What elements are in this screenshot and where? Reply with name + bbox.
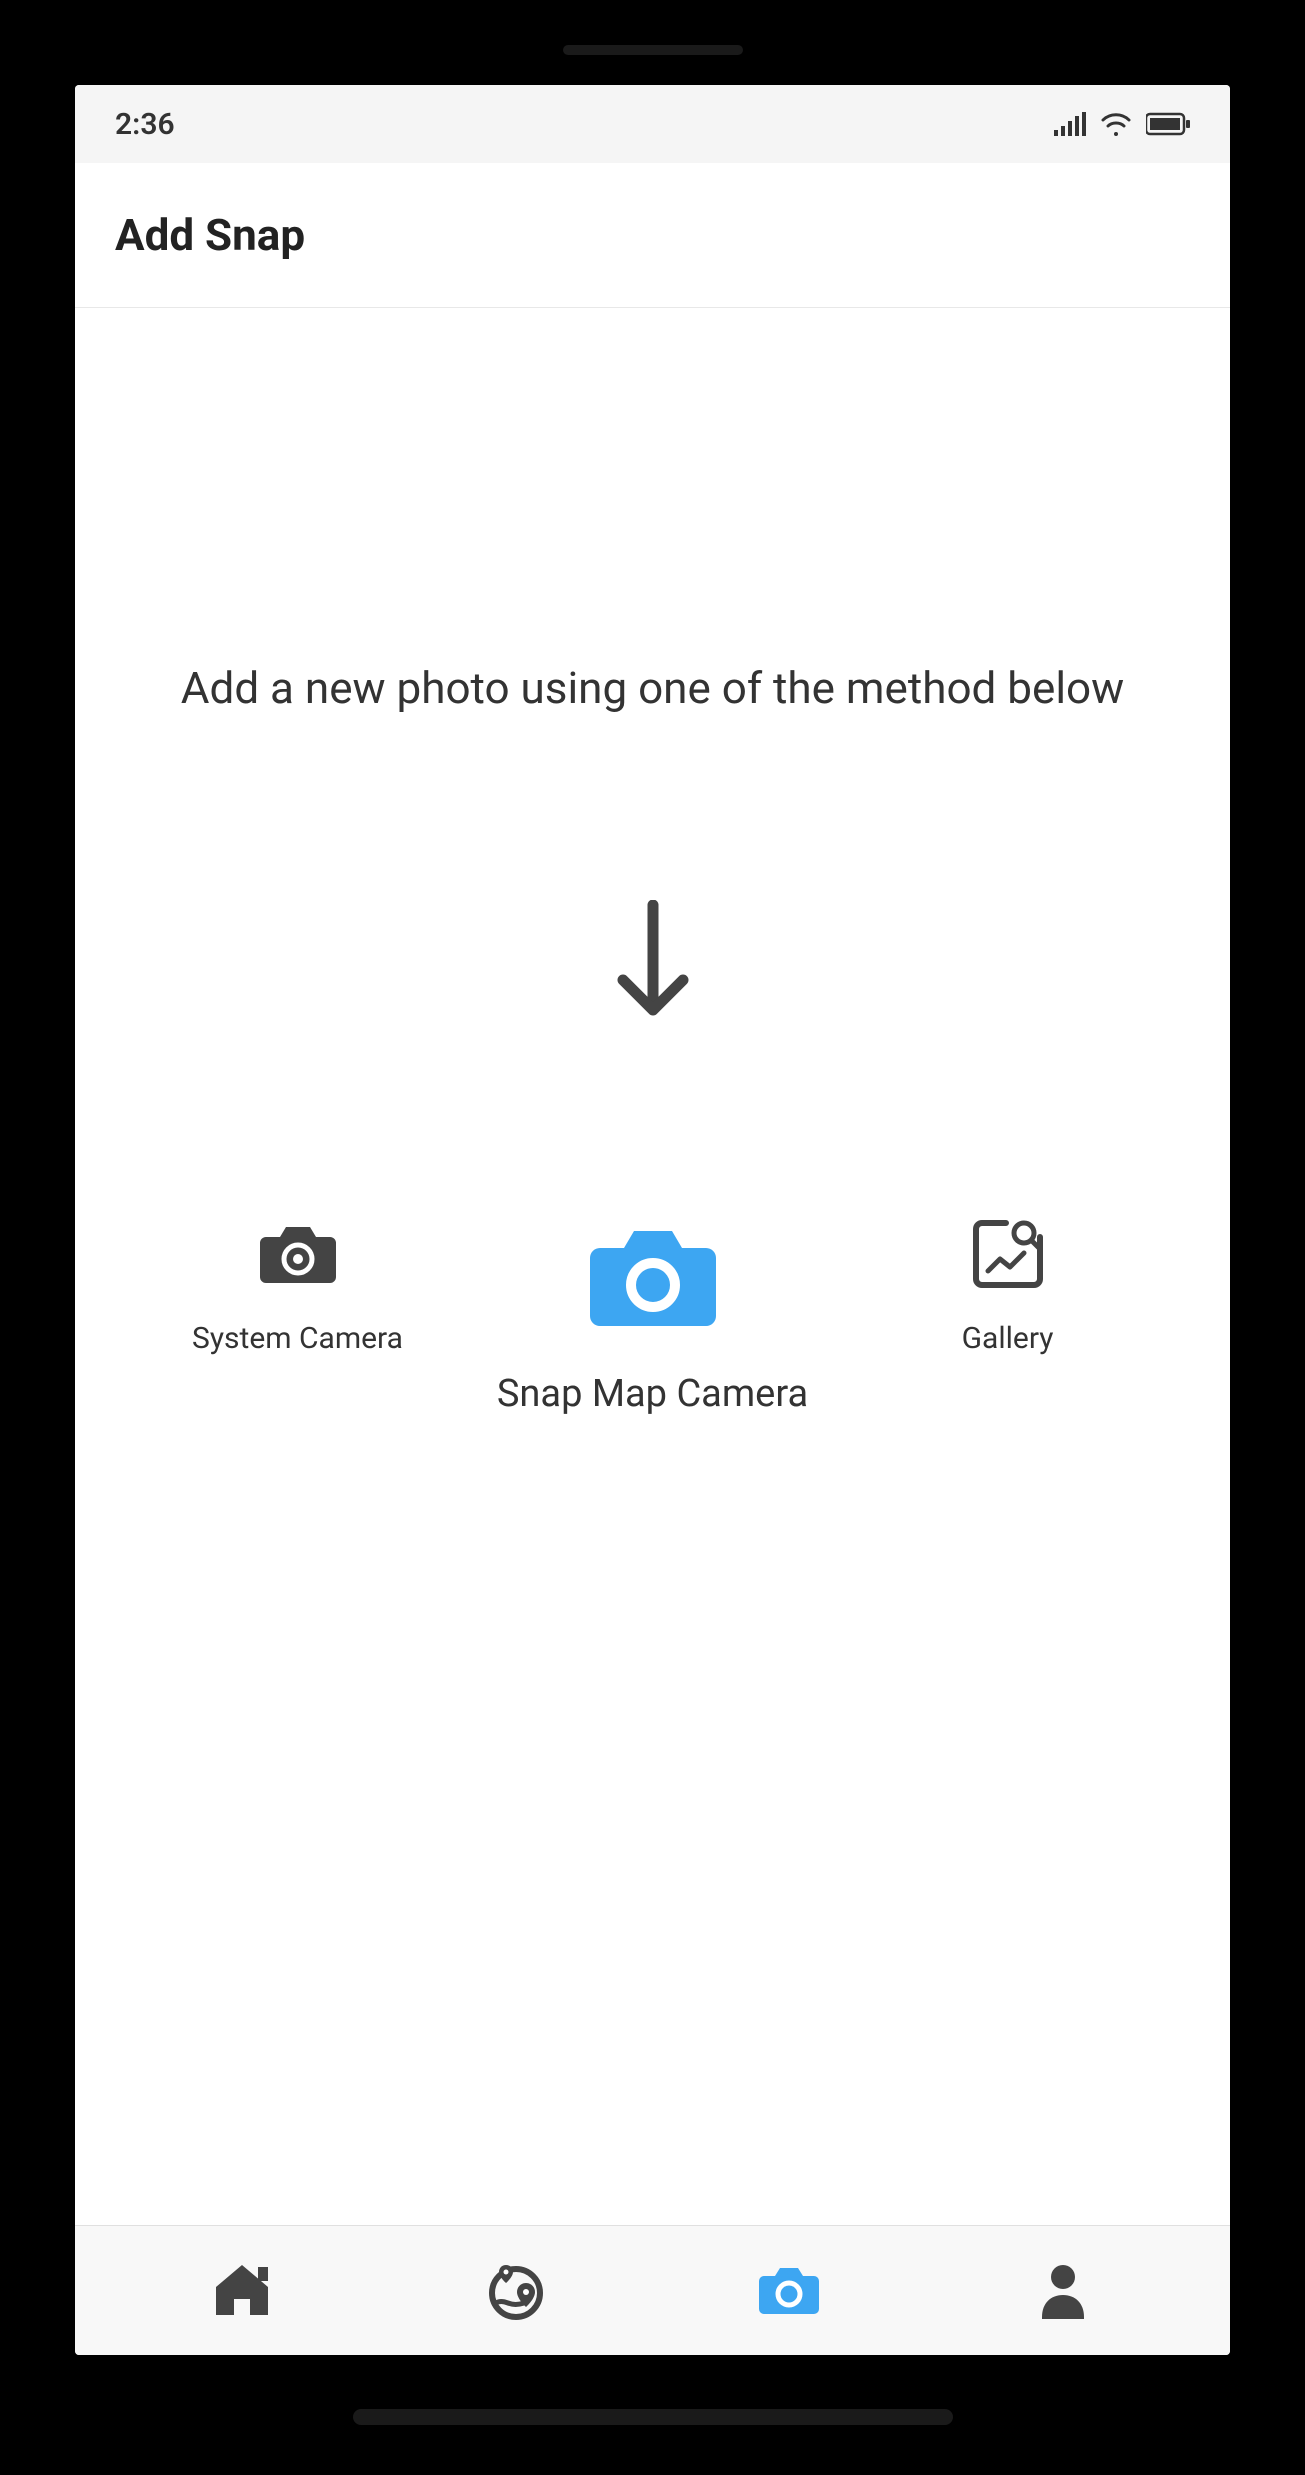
arrow-down-icon: [608, 900, 698, 1024]
screen: 2:36: [75, 85, 1230, 2355]
status-icons: [1054, 112, 1190, 136]
nav-profile-button[interactable]: [926, 2263, 1200, 2319]
camera-accent-icon: [588, 1214, 718, 1344]
gallery-label: Gallery: [962, 1319, 1054, 1360]
page-title: Add Snap: [115, 209, 305, 261]
cellular-signal-icon: [1054, 112, 1086, 136]
status-time: 2:36: [115, 107, 175, 142]
snap-map-camera-button[interactable]: Snap Map Camera: [490, 1214, 815, 1420]
options-row: System Camera Snap Map Camera: [135, 1214, 1170, 1420]
system-camera-label: System Camera: [192, 1319, 403, 1360]
app-header: Add Snap: [75, 163, 1230, 308]
device-frame: 2:36: [0, 0, 1305, 2475]
instruction-text: Add a new photo using one of the method …: [161, 658, 1144, 720]
gallery-button[interactable]: Gallery: [845, 1214, 1170, 1420]
content-area: Add a new photo using one of the method …: [75, 308, 1230, 2225]
bottom-nav: [75, 2225, 1230, 2355]
system-camera-button[interactable]: System Camera: [135, 1214, 460, 1420]
home-icon: [212, 2263, 272, 2318]
status-bar: 2:36: [75, 85, 1230, 163]
nav-home-button[interactable]: [105, 2263, 379, 2318]
home-indicator: [353, 2409, 953, 2425]
battery-icon: [1146, 112, 1190, 136]
nav-map-button[interactable]: [379, 2261, 653, 2321]
gallery-search-icon: [968, 1214, 1048, 1294]
person-icon: [1036, 2263, 1090, 2319]
snap-map-camera-label: Snap Map Camera: [497, 1369, 808, 1420]
camera-active-icon: [758, 2264, 820, 2318]
map-pin-globe-icon: [486, 2261, 546, 2321]
camera-icon: [258, 1214, 338, 1294]
nav-camera-button[interactable]: [653, 2264, 927, 2318]
device-speaker: [563, 45, 743, 55]
wifi-icon: [1100, 112, 1132, 136]
